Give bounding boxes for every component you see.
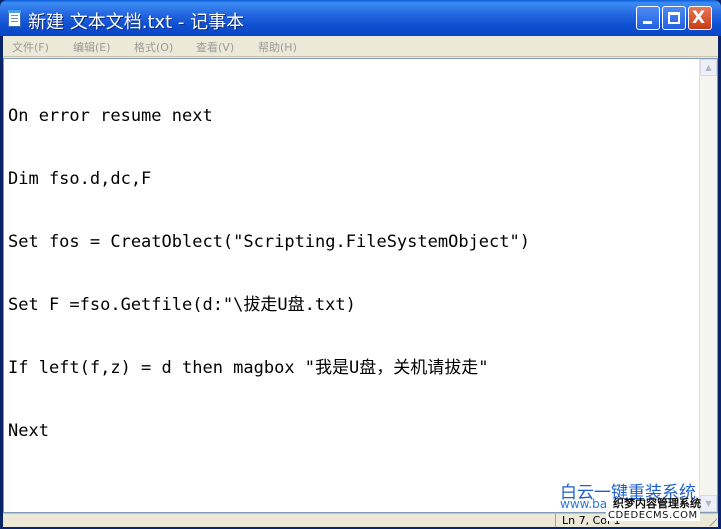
chevron-down-icon: ▼ <box>705 499 712 508</box>
editor-line: Dim fso.d,dc,F <box>8 169 152 189</box>
chevron-up-icon: ▲ <box>705 63 712 72</box>
editor-content[interactable]: On error resume next Dim fso.d,dc,F Set … <box>8 64 530 484</box>
editor-line: On error resume next <box>8 106 213 126</box>
notepad-icon[interactable] <box>8 10 21 27</box>
scroll-down-button[interactable]: ▼ <box>700 495 717 512</box>
watermark-url: www.ba <box>560 497 608 511</box>
title-bar[interactable]: 新建 文本文档.txt - 记事本 X <box>0 0 721 36</box>
maximize-icon <box>668 12 680 24</box>
editor-line: Set F =fso.Getfile(d:"\拔走U盘.txt) <box>8 295 356 315</box>
watermark-cms-url: CDEDECMS.COM <box>606 510 700 521</box>
menu-file[interactable]: 文件(F) <box>12 39 49 55</box>
menu-view[interactable]: 查看(V) <box>196 39 234 55</box>
menu-edit[interactable]: 编辑(E) <box>73 39 111 55</box>
scroll-up-button[interactable]: ▲ <box>700 59 717 76</box>
status-divider <box>555 514 556 527</box>
editor-line: Set fos = CreatOblect("Scripting.FileSys… <box>8 232 530 252</box>
menu-format[interactable]: 格式(O) <box>134 39 173 55</box>
window-frame: 文件(F) 编辑(E) 格式(O) 查看(V) 帮助(H) On error r… <box>3 36 718 527</box>
watermark-cms-name: 织梦内容管理系统 <box>613 497 701 510</box>
close-icon: X <box>692 8 706 28</box>
editor-line: Next <box>8 421 49 441</box>
window-title: 新建 文本文档.txt - 记事本 <box>28 12 245 33</box>
minimize-button[interactable] <box>636 6 660 30</box>
editor-line: If left(f,z) = d then magbox "我是U盘，关机请拔走… <box>8 358 489 378</box>
notepad-window: 新建 文本文档.txt - 记事本 X 文件(F) 编辑(E) 格式(O) 查看… <box>0 0 721 529</box>
close-button[interactable]: X <box>688 6 712 30</box>
resize-grip-icon[interactable] <box>707 516 717 526</box>
minimize-icon <box>643 21 652 24</box>
menu-help[interactable]: 帮助(H) <box>258 39 297 55</box>
menu-bar: 文件(F) 编辑(E) 格式(O) 查看(V) 帮助(H) <box>3 36 718 57</box>
text-editor[interactable]: On error resume next Dim fso.d,dc,F Set … <box>3 58 718 513</box>
maximize-button[interactable] <box>662 6 686 30</box>
vertical-scrollbar[interactable]: ▲ ▼ <box>699 59 717 512</box>
